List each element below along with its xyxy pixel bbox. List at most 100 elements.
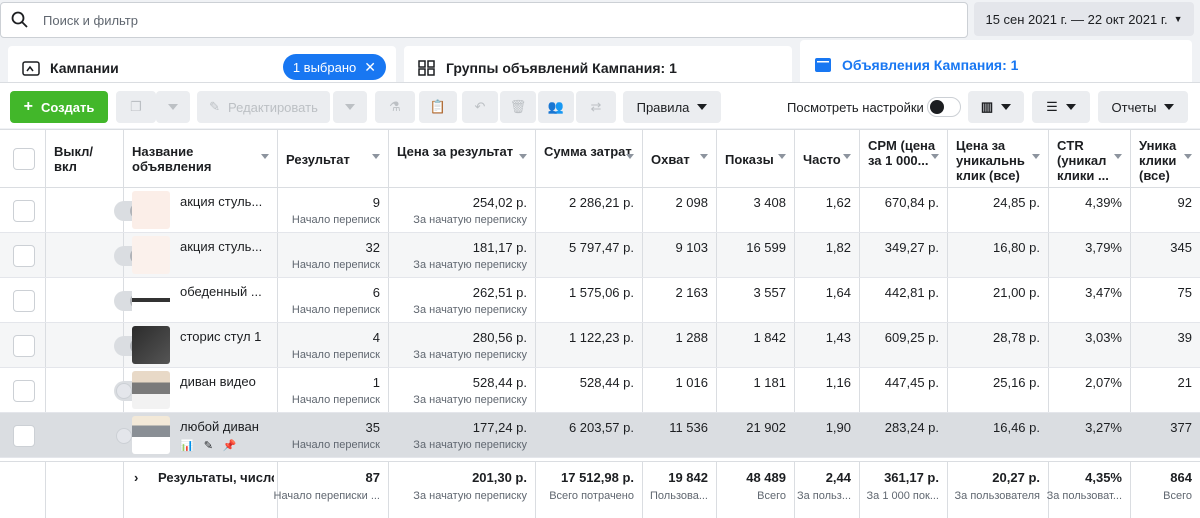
chevron-right-icon[interactable]: › [134,470,138,485]
columns-icon: ▥ [980,99,994,114]
ad-name-cell[interactable]: любой диван 📊 ✎ 📌 [124,413,278,457]
ad-name-cell[interactable]: акция стуль... [124,188,278,232]
cell-value: 21 902 [746,420,786,435]
chevron-down-icon [1164,104,1175,110]
header-frequency[interactable]: Часто [795,130,860,188]
edit-label: Редактировать [228,99,318,115]
cell-spend: 6 203,57 р. [536,413,643,457]
date-range-picker[interactable]: 15 сен 2021 г. — 22 окт 2021 г. ▼ [974,2,1194,36]
row-checkbox[interactable] [13,290,35,312]
ad-name[interactable]: любой диван [180,419,270,434]
ad-name[interactable]: обеденный ... [180,284,270,299]
header-toggle[interactable]: Выкл/ вкл [46,130,124,188]
cell-value: 262,51 р. [472,285,527,300]
preview-button[interactable]: ⇄ [576,91,616,123]
ad-name[interactable]: акция стуль... [180,194,270,209]
selected-badge[interactable]: 1 выбрано ✕ [282,54,386,80]
cell-value: 25,16 р. [993,375,1040,390]
cell-ctr: 4,39% [1049,188,1131,232]
cell-value: 9 103 [675,240,708,255]
chevron-down-icon: ▼ [1173,14,1183,24]
table-row[interactable]: акция стуль... 32 Начало переписк 181,17 р.… [0,233,1200,278]
row-checkbox[interactable] [13,425,35,447]
row-checkbox[interactable] [13,200,35,222]
breakdown-button[interactable]: ☰ [1032,91,1090,123]
sort-icon [519,154,527,159]
select-all-checkbox[interactable] [13,148,35,170]
trash-icon: 🗑 [509,99,527,114]
ab-test-button[interactable]: ⚗ [375,91,415,123]
cell-value: 5 797,47 р. [568,240,634,255]
ad-name-cell[interactable]: диван видео [124,368,278,412]
totals-label-cell[interactable]: › Результаты, число [124,462,278,518]
pencil-icon[interactable]: ✎ [204,439,213,452]
header-unique-clicks[interactable]: Уника клики (все) [1131,130,1200,188]
create-button[interactable]: + Создать [10,91,108,123]
cell-value: 528,44 р. [579,375,634,390]
total-sub: Пользова... [650,490,708,502]
total-cpm: 361,17 р. За 1 000 пок... [860,462,948,518]
header-cpr[interactable]: Цена за результат [389,130,536,188]
duplicate-dropdown[interactable] [156,91,190,123]
header-ctr[interactable]: CTR (уникал клики ... [1049,130,1131,188]
table-row[interactable]: акция стуль... 9 Начало переписк 254,02 р. З… [0,188,1200,233]
rules-button[interactable]: Правила [623,91,721,123]
ad-name[interactable]: сторис стул 1 [180,329,270,344]
cell-impr: 21 902 [717,413,795,457]
header-result[interactable]: Результат [278,130,389,188]
search-bar[interactable]: Поиск и фильтр [0,2,968,38]
table-row[interactable]: обеденный ... 6 Начало переписк 262,51 р. За… [0,278,1200,323]
ads-table: Выкл/ вкл Название объявления Результат … [0,129,1200,518]
ad-icon [815,58,831,72]
cell-value: 92 [1177,195,1192,210]
cell-reach: 2 163 [643,278,717,322]
header-cpc-unique[interactable]: Цена за уникальнь клик (все) [948,130,1049,188]
total-value: 20,27 р. [992,470,1040,485]
columns-button[interactable]: ▥ [968,91,1024,123]
ad-name-cell[interactable]: обеденный ... [124,278,278,322]
ad-name[interactable]: акция стуль... [180,239,270,254]
total-sub: За польз... [796,490,851,502]
table-row[interactable]: сторис стул 1 4 Начало переписк 280,56 р. За… [0,323,1200,368]
row-checkbox[interactable] [13,245,35,267]
header-impressions[interactable]: Показы [717,130,795,188]
duplicate-button[interactable]: ❐ [116,91,156,123]
ad-name[interactable]: диван видео [180,374,270,389]
header-select-all[interactable] [0,130,46,188]
header-cpm[interactable]: CPM (цена за 1 000... [860,130,948,188]
pin-icon[interactable]: 📌 [223,439,237,452]
chevron-down-icon [345,104,355,110]
row-checkbox[interactable] [13,380,35,402]
row-select-cell [0,188,46,232]
cell-ctr: 3,79% [1049,233,1131,277]
edit-button[interactable]: ✎ Редактировать [197,91,330,123]
header-name[interactable]: Название объявления [124,130,278,188]
close-icon[interactable]: ✕ [364,59,376,76]
column-header: Часто [803,152,841,167]
edit-dropdown[interactable] [333,91,367,123]
table-row[interactable]: диван видео 1 Начало переписк 528,44 р. За н… [0,368,1200,413]
reports-button[interactable]: Отчеты [1098,91,1188,123]
total-sub: Всего [757,490,786,502]
ad-thumbnail [132,416,170,454]
delete-button[interactable]: 🗑 [500,91,536,123]
undo-button[interactable]: ↶ [462,91,498,123]
row-toggle-cell [46,278,148,322]
cell-sub: Начало переписк [291,214,380,226]
column-header: Название объявления [132,144,212,174]
audience-button[interactable]: 👥 [538,91,574,123]
table-row[interactable]: любой диван 📊 ✎ 📌 35 Начало переписк 177,24 р.… [0,413,1200,458]
row-checkbox[interactable] [13,335,35,357]
total-value: 87 [365,470,380,485]
sort-icon [626,154,634,159]
ad-thumbnail [132,281,170,319]
header-reach[interactable]: Охват [643,130,717,188]
chart-icon[interactable]: 📊 [180,439,194,452]
cell-value: 21 [1177,375,1192,390]
ad-name-cell[interactable]: сторис стул 1 [124,323,278,367]
clipboard-button[interactable]: 📋 [419,91,457,123]
view-settings-toggle[interactable] [927,97,961,117]
ad-name-cell[interactable]: акция стуль... [124,233,278,277]
header-spend[interactable]: Сумма затрат [536,130,643,188]
cell-cpr: 177,24 р. За начатую переписку [389,413,536,457]
